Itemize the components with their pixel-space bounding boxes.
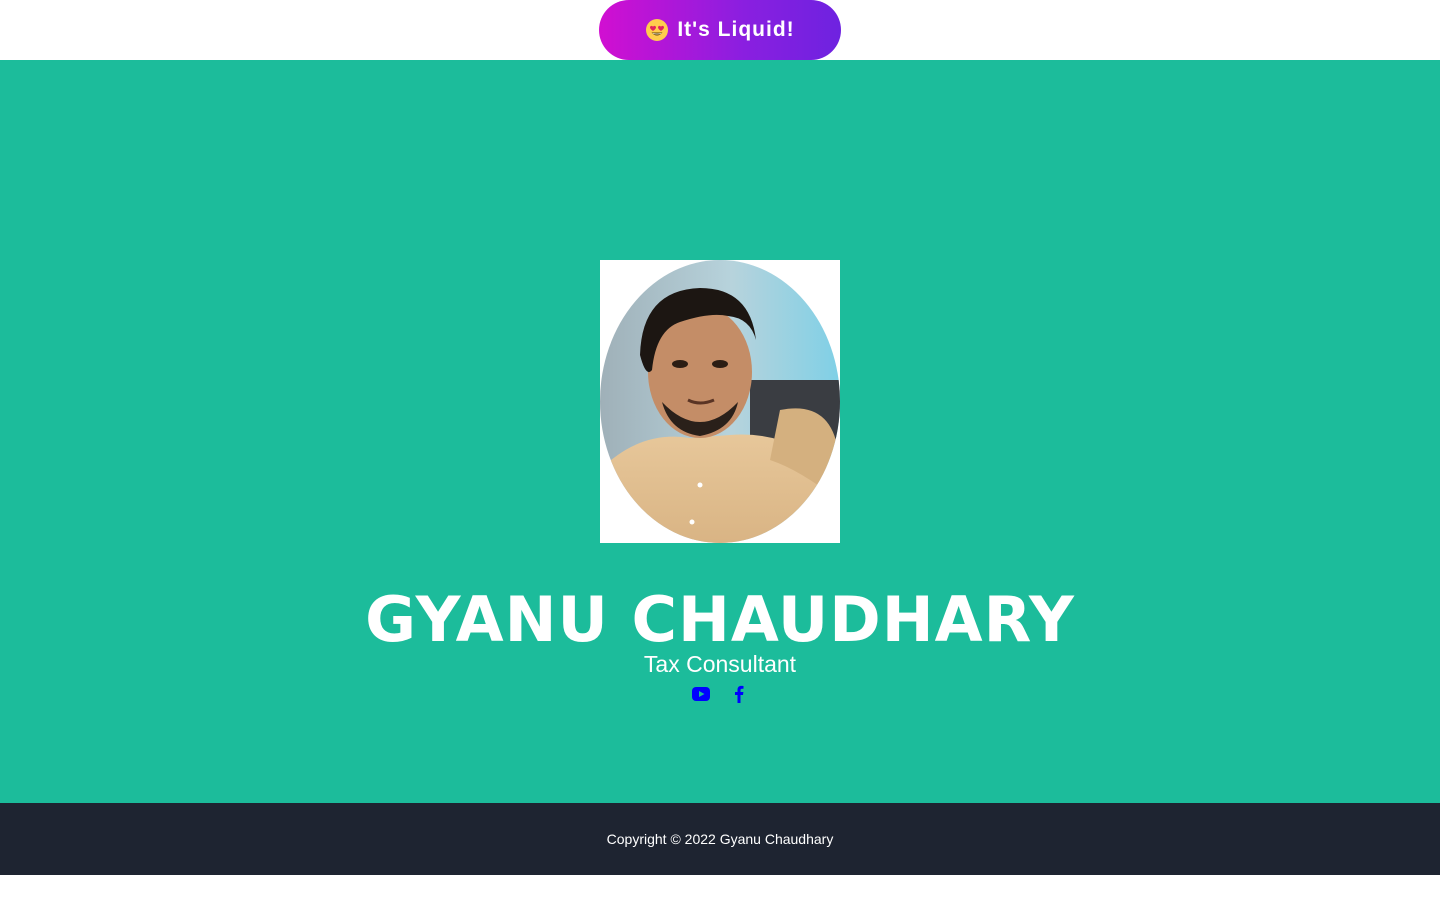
profile-photo-oval [600, 260, 840, 543]
facebook-icon [735, 685, 744, 703]
footer: Copyright © 2022 Gyanu Chaudhary [0, 803, 1440, 875]
profile-photo [600, 260, 840, 543]
social-links [0, 684, 1440, 704]
youtube-icon [692, 687, 710, 701]
top-bar: It's Liquid! [0, 0, 1440, 60]
portrait-image [600, 260, 840, 543]
facebook-link[interactable] [730, 684, 748, 704]
person-name: GYANU CHAUDHARY [365, 583, 1075, 656]
bottom-strip [0, 875, 1440, 900]
person-role: Tax Consultant [643, 651, 797, 677]
copyright-text: Copyright © 2022 Gyanu Chaudhary [606, 831, 834, 847]
youtube-link[interactable] [692, 684, 710, 704]
liquid-banner-label: It's Liquid! [677, 18, 795, 41]
hero-section: GYANU CHAUDHARY Tax Consultant [0, 60, 1440, 803]
heart-eyes-emoji-icon [646, 19, 669, 41]
liquid-banner-button[interactable]: It's Liquid! [599, 0, 841, 60]
